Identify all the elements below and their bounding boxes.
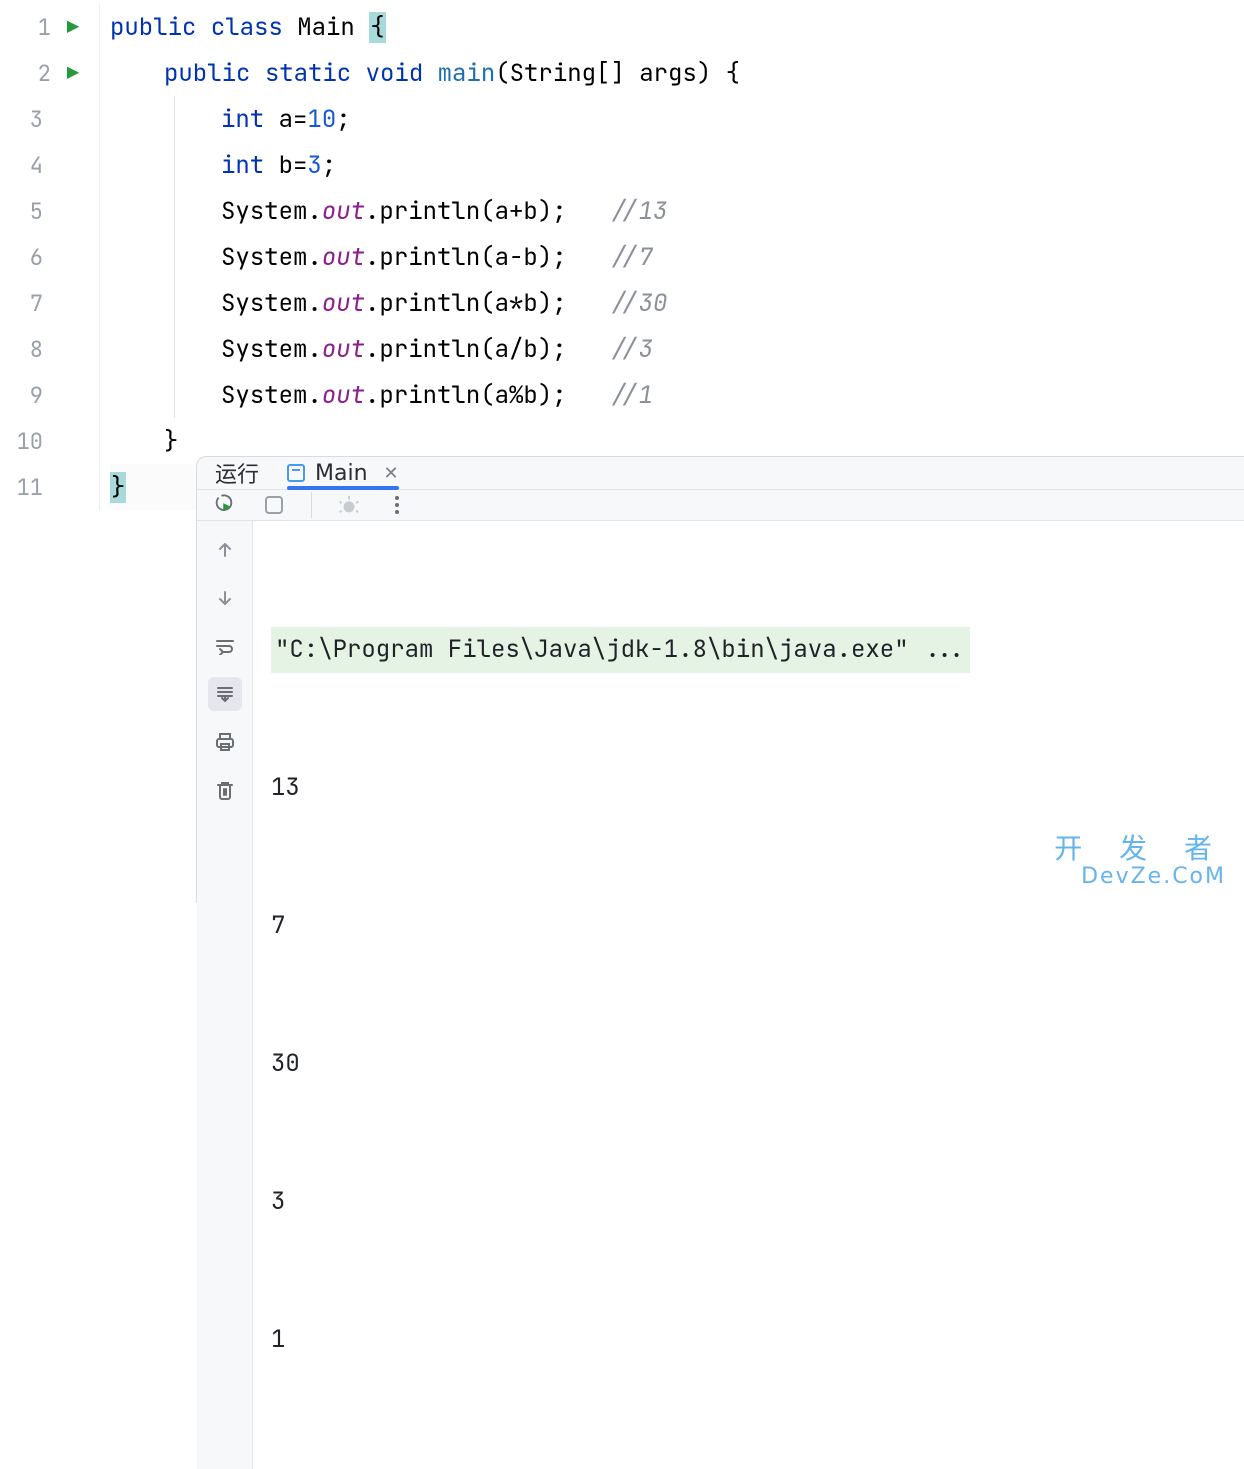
rerun-button[interactable]: [211, 490, 241, 520]
method-name: main: [438, 58, 496, 89]
code-line[interactable]: public class Main {: [110, 4, 740, 50]
line-number: 4: [15, 151, 43, 180]
code-line[interactable]: System.out.println(a/b); //3: [174, 326, 740, 372]
trash-icon: [216, 780, 234, 800]
run-config-icon: [287, 464, 305, 482]
arrow-up-icon: [216, 541, 234, 559]
comment: //30: [610, 288, 668, 319]
gutter-row[interactable]: 1▶: [0, 4, 87, 50]
console-line: 7: [271, 903, 1226, 949]
run-body: "C:\Program Files\Java\jdk-1.8\bin\java.…: [197, 521, 1244, 1469]
line-number: 9: [15, 381, 43, 410]
stop-icon: [264, 495, 284, 515]
console-line: 3: [271, 1179, 1226, 1225]
gutter-row[interactable]: 2▶: [0, 50, 87, 96]
gutter-row[interactable]: 8: [0, 326, 87, 372]
comment: //7: [610, 242, 653, 273]
run-gutter-icon[interactable]: ▶: [67, 17, 79, 37]
code-area[interactable]: public class Main { public static void m…: [100, 4, 740, 510]
comment: //3: [610, 334, 653, 365]
line-number: 10: [15, 427, 43, 456]
code-line[interactable]: public static void main(String[] args) {: [110, 50, 740, 96]
console-command-line: "C:\Program Files\Java\jdk-1.8\bin\java.…: [271, 627, 970, 673]
comment: //13: [610, 196, 668, 227]
code-line[interactable]: System.out.println(a+b); //13: [174, 188, 740, 234]
code-editor[interactable]: 1▶2▶34567891011 public class Main { publ…: [0, 0, 1244, 510]
line-number: 11: [15, 473, 43, 502]
debug-button[interactable]: [334, 490, 364, 520]
code-line[interactable]: int a=10;: [174, 96, 740, 142]
line-gutter: 1▶2▶34567891011: [0, 4, 100, 510]
code-line[interactable]: System.out.println(a-b); //7: [174, 234, 740, 280]
code-line[interactable]: System.out.println(a*b); //30: [174, 280, 740, 326]
run-tool-window: 运行 Main ✕: [196, 456, 1244, 903]
gutter-row[interactable]: 4: [0, 142, 87, 188]
brace-open: {: [369, 12, 385, 43]
static-field: out: [322, 288, 365, 319]
static-field: out: [322, 334, 365, 365]
static-field: out: [322, 380, 365, 411]
keyword: class: [211, 12, 297, 43]
bug-icon: [338, 494, 360, 516]
line-number: 3: [15, 105, 43, 134]
run-tab-label: Main: [315, 461, 368, 486]
line-number: 2: [23, 59, 51, 88]
code-line[interactable]: System.out.println(a%b); //1: [174, 372, 740, 418]
brace-close: }: [164, 426, 178, 457]
more-button[interactable]: [382, 490, 412, 520]
console-output[interactable]: "C:\Program Files\Java\jdk-1.8\bin\java.…: [253, 521, 1244, 1469]
gutter-row[interactable]: 5: [0, 188, 87, 234]
keyword: static: [265, 58, 366, 89]
run-gutter-icon[interactable]: ▶: [67, 63, 79, 83]
class-name: Main: [297, 12, 369, 43]
line-number: 7: [15, 289, 43, 318]
rerun-icon: [215, 494, 237, 516]
console-line: 30: [271, 1041, 1226, 1087]
arrow-down-icon: [216, 589, 234, 607]
gutter-row[interactable]: 7: [0, 280, 87, 326]
console-line: 13: [271, 765, 1226, 811]
close-icon[interactable]: ✕: [384, 463, 399, 484]
print-button[interactable]: [208, 725, 242, 759]
line-number: 8: [15, 335, 43, 364]
keyword: public: [110, 12, 211, 43]
run-toolbar: [197, 490, 1244, 521]
comment: //1: [610, 380, 653, 411]
static-field: out: [322, 196, 365, 227]
line-number: 5: [15, 197, 43, 226]
soft-wrap-icon: [215, 637, 235, 655]
line-number: 6: [15, 243, 43, 272]
soft-wrap-button[interactable]: [208, 629, 242, 663]
stop-button[interactable]: [259, 490, 289, 520]
keyword: public: [164, 58, 265, 89]
brace-close: }: [110, 472, 126, 503]
params: (String[] args) {: [495, 58, 740, 89]
clear-all-button[interactable]: [208, 773, 242, 807]
code-line[interactable]: int b=3;: [174, 142, 740, 188]
toolbar-separator: [311, 492, 312, 518]
scroll-to-end-button[interactable]: [208, 677, 242, 711]
gutter-row[interactable]: 11: [0, 464, 87, 510]
console-side-toolbar: [197, 521, 253, 1469]
static-field: out: [322, 242, 365, 273]
gutter-row[interactable]: 9: [0, 372, 87, 418]
run-tabs: 运行 Main ✕: [197, 457, 1244, 490]
up-stacktrace-button[interactable]: [208, 533, 242, 567]
run-tab-main[interactable]: Main ✕: [287, 457, 399, 489]
scroll-to-end-icon: [215, 685, 235, 703]
console-line: 1: [271, 1317, 1226, 1363]
gutter-row[interactable]: 3: [0, 96, 87, 142]
line-number: 1: [23, 13, 51, 42]
gutter-row[interactable]: 6: [0, 234, 87, 280]
kebab-icon: [394, 495, 400, 515]
keyword: int: [221, 150, 279, 181]
gutter-row[interactable]: 10: [0, 418, 87, 464]
print-icon: [215, 732, 235, 752]
run-panel-title: 运行: [215, 457, 259, 489]
down-stacktrace-button[interactable]: [208, 581, 242, 615]
keyword: void: [366, 58, 438, 89]
keyword: int: [221, 104, 279, 135]
